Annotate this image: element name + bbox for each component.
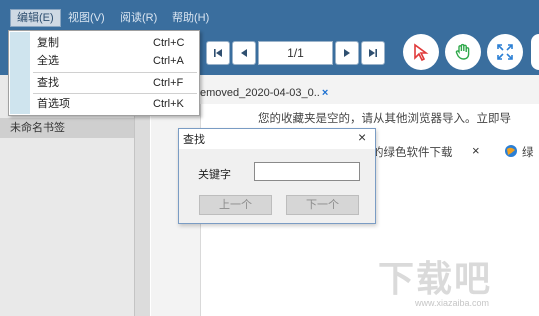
prev-page-icon: [241, 49, 247, 57]
fullscreen-button[interactable]: [487, 34, 523, 70]
document-tab-close-icon[interactable]: ×: [322, 87, 328, 99]
menu-item-preferences[interactable]: 首选项 Ctrl+K: [10, 94, 198, 114]
select-arrow-icon: [414, 43, 429, 62]
menu-item-shortcut: Ctrl+C: [153, 37, 185, 49]
watermark-url: www.xiazaiba.com: [415, 298, 490, 308]
first-page-button[interactable]: [206, 41, 230, 65]
menu-item-select-all[interactable]: 全选 Ctrl+A: [10, 51, 198, 71]
last-page-button[interactable]: [361, 41, 385, 65]
document-close-icon: ×: [472, 143, 480, 158]
menu-read[interactable]: 阅读(R): [114, 9, 163, 27]
hand-tool-button[interactable]: [445, 34, 481, 70]
edit-dropdown-menu: 复制 Ctrl+C 全选 Ctrl+A 查找 Ctrl+F 首选项 Ctrl+K: [8, 30, 200, 116]
menu-item-find[interactable]: 查找 Ctrl+F: [10, 73, 198, 93]
globe-icon: [505, 145, 517, 157]
find-dialog-title: 查找: [183, 134, 205, 146]
menu-help[interactable]: 帮助(H): [166, 9, 215, 27]
document-text-line: 您的收藏夹是空的，请从其他浏览器导入。立即导: [258, 113, 511, 125]
next-page-icon: [344, 49, 350, 57]
menu-edit[interactable]: 编辑(E): [10, 9, 61, 27]
menu-item-shortcut: Ctrl+A: [153, 55, 184, 67]
menu-view[interactable]: 视图(V): [62, 9, 111, 27]
select-tool-button[interactable]: [403, 34, 439, 70]
find-previous-button[interactable]: 上一个: [199, 195, 272, 215]
find-dialog-close-icon[interactable]: ×: [358, 129, 366, 145]
document-tab[interactable]: emoved_2020-04-03_0.. ×: [200, 84, 330, 102]
menu-item-shortcut: Ctrl+K: [153, 98, 184, 110]
menu-item-label: 首选项: [37, 98, 70, 110]
menu-item-label: 查找: [37, 77, 59, 89]
last-page-icon: [369, 49, 377, 57]
tool-button-partial[interactable]: [531, 34, 539, 70]
next-page-button[interactable]: [335, 41, 359, 65]
find-next-button[interactable]: 下一个: [286, 195, 359, 215]
menu-item-shortcut: Ctrl+F: [153, 77, 184, 89]
document-tab-label: emoved_2020-04-03_0..: [200, 87, 320, 99]
first-page-icon: [214, 49, 222, 57]
hand-tool-icon: [455, 43, 470, 60]
page-number-field[interactable]: 1/1: [258, 41, 333, 65]
bookmark-item[interactable]: 未命名书签: [0, 118, 134, 138]
menu-item-label: 全选: [37, 55, 59, 67]
menu-item-label: 复制: [37, 37, 59, 49]
document-text-fragment: 绿: [522, 147, 534, 159]
menu-item-copy[interactable]: 复制 Ctrl+C: [10, 33, 198, 53]
prev-page-button[interactable]: [232, 41, 256, 65]
keyword-label: 关键字: [198, 169, 231, 181]
fullscreen-icon: [497, 44, 513, 60]
watermark: 下载吧: [378, 258, 493, 299]
find-dialog-titlebar: [179, 129, 375, 149]
keyword-input[interactable]: [254, 162, 360, 181]
